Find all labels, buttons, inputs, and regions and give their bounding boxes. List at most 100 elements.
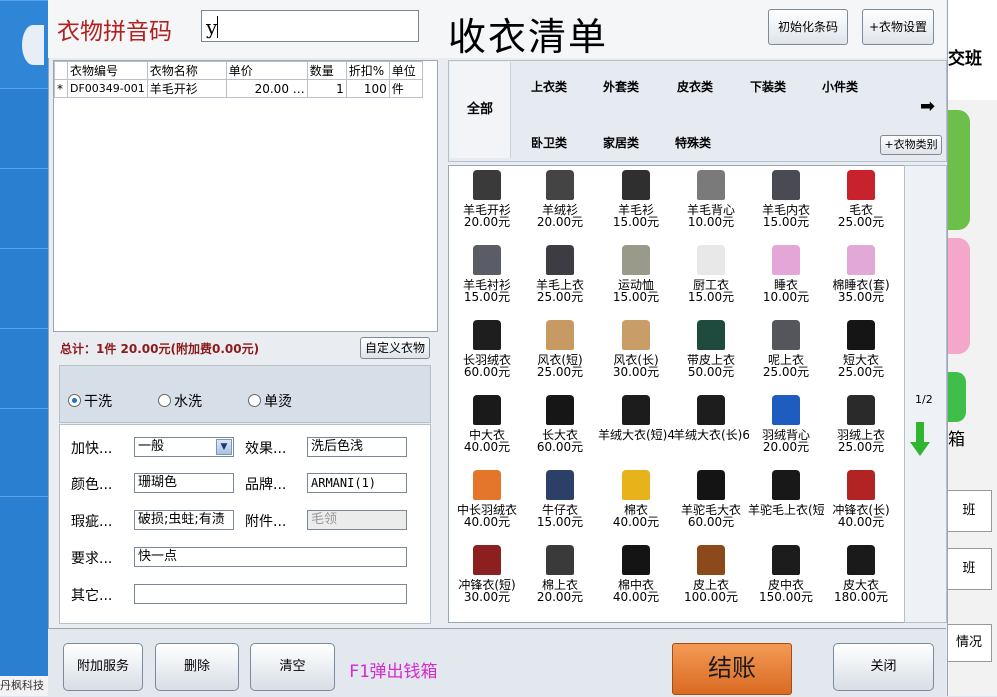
accessory-field[interactable]: 毛领 xyxy=(307,510,407,530)
clothing-item[interactable]: 中长羽绒衣 40.00元 xyxy=(449,470,525,528)
bg-right-button-3[interactable]: 情况 xyxy=(946,624,992,662)
request-field[interactable]: 快一点 xyxy=(134,547,407,567)
clothing-item[interactable]: 毛衣 25.00元 xyxy=(823,170,899,228)
arrow-right-icon[interactable]: ➡ xyxy=(920,96,935,117)
table-row[interactable]: * DF00349-001 羊毛开衫 20.00 … 1 100 件 xyxy=(54,79,423,98)
category-tab[interactable]: 外套类 xyxy=(591,78,651,95)
rush-label[interactable]: 加快... xyxy=(71,438,112,458)
clothing-item[interactable]: 棉睡衣(套) 35.00元 xyxy=(823,245,899,303)
column-header-discount[interactable]: 折扣% xyxy=(345,61,390,80)
item-name: 羊绒大衣(短)40.... xyxy=(598,429,674,441)
clothing-item[interactable]: 冲锋衣(短) 30.00元 xyxy=(449,545,525,603)
clothing-item[interactable]: 棉中衣 40.00元 xyxy=(598,545,674,603)
clothing-item[interactable]: 皮上衣 100.00元 xyxy=(673,545,749,603)
pinyin-code-input[interactable]: y xyxy=(201,10,419,42)
chevron-down-icon[interactable]: ▼ xyxy=(216,439,232,455)
column-header-price[interactable]: 单价 xyxy=(225,61,308,80)
bg-right-button-1[interactable]: 班 xyxy=(946,490,992,532)
clothing-item[interactable]: 羊绒衫 20.00元 xyxy=(522,170,598,228)
clothing-item[interactable]: 呢上衣 25.00元 xyxy=(748,320,824,378)
request-label[interactable]: 要求... xyxy=(71,548,112,568)
category-tab[interactable]: 卧卫类 xyxy=(519,134,579,151)
clothing-item[interactable]: 长大衣 60.00元 xyxy=(522,395,598,453)
cell-unit[interactable]: 件 xyxy=(388,79,423,98)
effect-field[interactable]: 洗后色浅 xyxy=(307,437,407,457)
clothing-item[interactable]: 带皮上衣 50.00元 xyxy=(673,320,749,378)
clothing-item[interactable]: 羽绒背心 20.00元 xyxy=(748,395,824,453)
cell-code[interactable]: DF00349-001 xyxy=(67,79,148,98)
wash-option-dry[interactable]: 干洗 xyxy=(68,391,112,411)
defect-label[interactable]: 瑕疵... xyxy=(71,511,112,531)
clothing-item[interactable]: 风衣(长) 30.00元 xyxy=(598,320,674,378)
column-header-qty[interactable]: 数量 xyxy=(306,61,347,80)
garment-icon xyxy=(622,320,650,350)
clothing-item[interactable]: 短大衣 25.00元 xyxy=(823,320,899,378)
clothing-item[interactable]: 厨工衣 15.00元 xyxy=(673,245,749,303)
wash-option-water[interactable]: 水洗 xyxy=(158,391,202,411)
accessory-label[interactable]: 附件... xyxy=(245,511,286,531)
brand-field[interactable]: ARMANI(1) xyxy=(307,473,407,493)
next-page-arrow-icon[interactable] xyxy=(910,420,930,458)
cell-price[interactable]: 20.00 … xyxy=(225,79,308,98)
cell-qty[interactable]: 1 xyxy=(306,79,347,98)
clothing-item[interactable]: 长羽绒衣 60.00元 xyxy=(449,320,525,378)
clothing-list-table[interactable]: 衣物编号 衣物名称 单价 数量 折扣% 单位 * DF00349-001 羊毛开… xyxy=(53,60,438,332)
wash-option-iron[interactable]: 单烫 xyxy=(248,391,292,411)
cell-name[interactable]: 羊毛开衫 xyxy=(146,79,227,98)
clothing-item[interactable]: 冲锋衣(长) 40.00元 xyxy=(823,470,899,528)
column-header-code[interactable]: 衣物编号 xyxy=(67,61,148,80)
other-field[interactable] xyxy=(134,584,407,604)
effect-label[interactable]: 效果... xyxy=(245,438,286,458)
category-tab[interactable]: 皮衣类 xyxy=(665,78,725,95)
clothing-item[interactable]: 棉上衣 20.00元 xyxy=(522,545,598,603)
rush-select[interactable]: 一般 ▼ xyxy=(134,437,234,457)
background-footer-text: 丹枫科技 xyxy=(0,676,48,696)
clothing-item[interactable]: 羊毛衬衫 15.00元 xyxy=(449,245,525,303)
clothing-settings-button[interactable]: +衣物设置 xyxy=(862,9,934,45)
clothing-item[interactable]: 运动恤 15.00元 xyxy=(598,245,674,303)
clothing-item[interactable]: 皮大衣 180.00元 xyxy=(823,545,899,603)
column-header-unit[interactable]: 单位 xyxy=(388,61,423,80)
clothing-item[interactable]: 羊绒大衣(长)60.... xyxy=(673,395,749,441)
category-tab[interactable]: 上衣类 xyxy=(519,78,579,95)
other-label[interactable]: 其它... xyxy=(71,585,112,605)
clothing-item[interactable]: 羊毛上衣 25.00元 xyxy=(522,245,598,303)
close-button[interactable]: 关闭 xyxy=(833,643,934,691)
clothing-item[interactable]: 风衣(短) 25.00元 xyxy=(522,320,598,378)
add-category-button[interactable]: +衣物类别 xyxy=(880,135,942,155)
clothing-item[interactable]: 中大衣 40.00元 xyxy=(449,395,525,453)
bg-right-button-2[interactable]: 班 xyxy=(946,548,992,590)
clothing-item[interactable]: 羊毛开衫 20.00元 xyxy=(449,170,525,228)
clothing-item[interactable]: 羊毛背心 10.00元 xyxy=(673,170,749,228)
clothing-item[interactable]: 羽绒上衣 25.00元 xyxy=(823,395,899,453)
category-tab[interactable]: 特殊类 xyxy=(663,134,723,151)
wash-option-label: 单烫 xyxy=(264,394,292,410)
clothing-item[interactable]: 羊毛内衣 15.00元 xyxy=(748,170,824,228)
item-price: 60.00元 xyxy=(463,365,511,379)
clothing-item[interactable]: 羊驼毛上衣(短)40.00元 xyxy=(748,470,824,516)
item-price: 15.00元 xyxy=(612,290,660,304)
clothing-item[interactable]: 棉衣 40.00元 xyxy=(598,470,674,528)
clothing-item[interactable]: 羊毛衫 15.00元 xyxy=(598,170,674,228)
delete-button[interactable]: 删除 xyxy=(155,643,239,691)
category-all-tab[interactable]: 全部 xyxy=(450,62,511,158)
category-tab[interactable]: 家居类 xyxy=(591,134,651,151)
clothing-item[interactable]: 羊驼毛大衣 60.00元 xyxy=(673,470,749,528)
checkout-button[interactable]: 结账 xyxy=(672,643,792,695)
custom-clothing-button[interactable]: 自定义衣物 xyxy=(360,337,430,359)
clothing-item[interactable]: 睡衣 10.00元 xyxy=(748,245,824,303)
init-barcode-button[interactable]: 初始化条码 xyxy=(768,9,848,45)
cell-discount[interactable]: 100 xyxy=(345,79,390,98)
clothing-item[interactable]: 羊绒大衣(短)40.... xyxy=(598,395,674,441)
clear-button[interactable]: 清空 xyxy=(250,643,335,691)
defect-field[interactable]: 破损;虫蛀;有渍 xyxy=(134,510,234,530)
clothing-item[interactable]: 牛仔衣 15.00元 xyxy=(522,470,598,528)
brand-label[interactable]: 品牌... xyxy=(245,474,286,494)
clothing-item[interactable]: 皮中衣 150.00元 xyxy=(748,545,824,603)
column-header-name[interactable]: 衣物名称 xyxy=(146,61,227,80)
extra-service-button[interactable]: 附加服务 xyxy=(63,643,143,691)
category-tab[interactable]: 下装类 xyxy=(738,78,798,95)
color-label[interactable]: 颜色... xyxy=(71,474,112,494)
color-field[interactable]: 珊瑚色 xyxy=(134,473,234,493)
category-tab[interactable]: 小件类 xyxy=(810,78,870,95)
